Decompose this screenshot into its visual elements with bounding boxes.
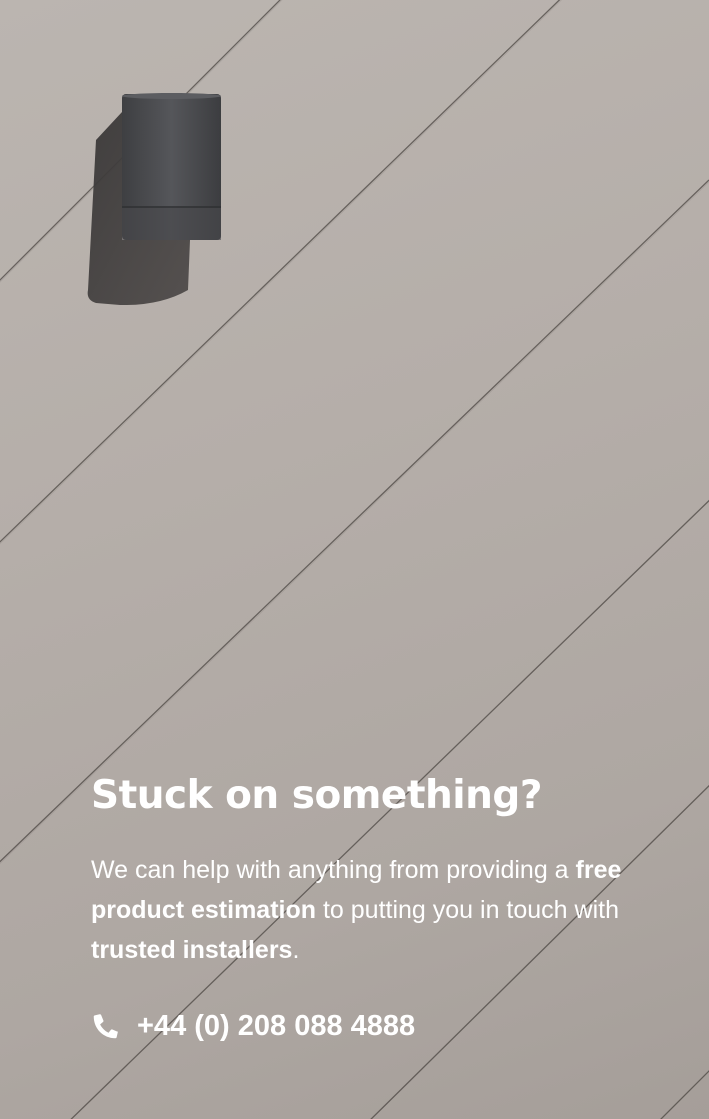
trusted-installers-emphasis: trusted installers bbox=[91, 936, 293, 964]
phone-icon bbox=[91, 1011, 121, 1041]
description-text: . bbox=[292, 936, 300, 964]
wall-light-fixture bbox=[122, 93, 221, 240]
contact-banner: Stuck on something? We can help with any… bbox=[0, 0, 709, 1119]
help-description: We can help with anything from providing… bbox=[91, 850, 631, 970]
help-content: Stuck on something? We can help with any… bbox=[91, 770, 631, 1044]
headline: Stuck on something? bbox=[91, 773, 542, 818]
description-text: We can help with anything from providing… bbox=[91, 856, 576, 884]
description-text: to putting you in touch with bbox=[316, 896, 619, 924]
phone-link[interactable]: +44 (0) 208 088 4888 bbox=[91, 1008, 415, 1044]
phone-number: +44 (0) 208 088 4888 bbox=[137, 1010, 416, 1042]
